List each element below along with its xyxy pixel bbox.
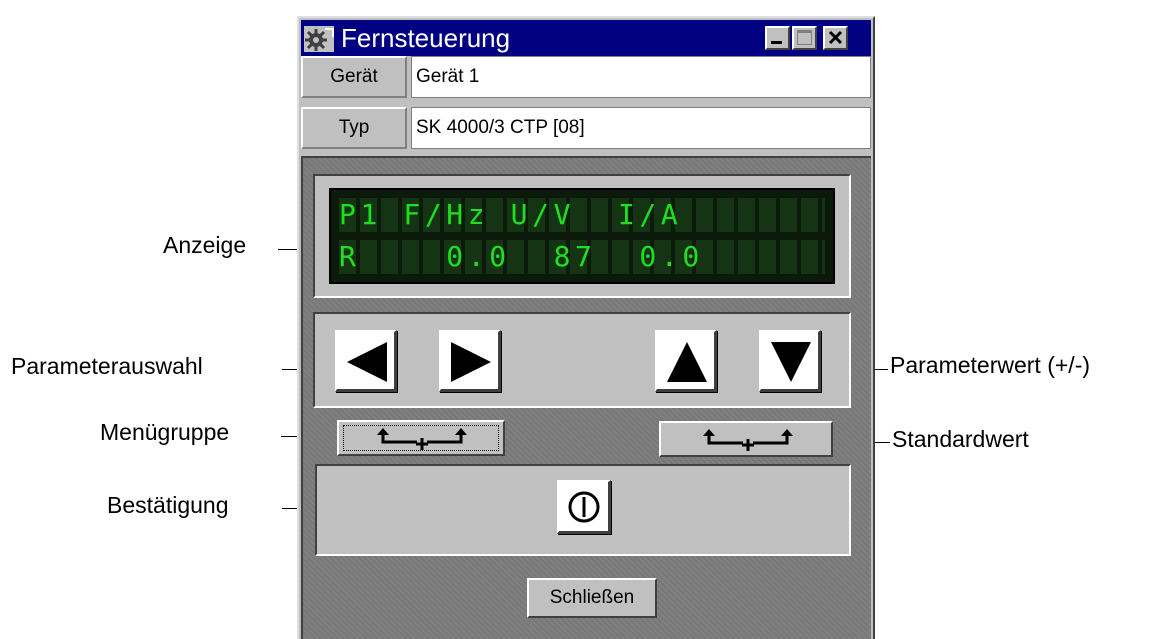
label-standardwert: Standardwert: [892, 426, 1029, 452]
parameter-previous-button[interactable]: [335, 330, 397, 392]
value-increase-button[interactable]: [655, 330, 717, 392]
confirm-button[interactable]: [557, 480, 611, 534]
close-button[interactable]: Schließen: [527, 578, 657, 618]
close-window-button[interactable]: [823, 26, 848, 50]
device-label: Gerät: [301, 56, 407, 98]
minimize-button[interactable]: [765, 26, 790, 50]
menu-group-button[interactable]: [337, 420, 505, 456]
info-row-device: Gerät Gerät 1: [301, 56, 871, 98]
left-triangle-icon: [347, 342, 387, 382]
lcd-line-1: P1 F/Hz U/V I/A: [339, 198, 825, 232]
title-bar[interactable]: Fernsteuerung: [301, 20, 871, 56]
lcd-display: P1 F/Hz U/V I/A R 0.0 87 0.0: [329, 188, 835, 284]
value-decrease-button[interactable]: [759, 330, 821, 392]
enter-plus-enter-icon: [703, 429, 793, 451]
right-triangle-icon: [451, 342, 491, 382]
maximize-icon: [797, 30, 812, 45]
up-triangle-icon: [667, 342, 707, 382]
window-title: Fernsteuerung: [341, 23, 511, 53]
type-label: Typ: [301, 107, 407, 149]
label-bestaetigung: Bestätigung: [107, 492, 229, 518]
type-value: SK 4000/3 CTP [08]: [411, 107, 871, 149]
label-parameterauswahl: Parameterauswahl: [11, 353, 203, 379]
maximize-button[interactable]: [792, 26, 817, 50]
control-panel: P1 F/Hz U/V I/A R 0.0 87 0.0 Schließen: [301, 156, 871, 639]
default-value-button[interactable]: [659, 421, 833, 457]
display-group: P1 F/Hz U/V I/A R 0.0 87 0.0: [313, 174, 851, 298]
power-icon: [568, 491, 600, 523]
remote-control-window: Fernsteuerung Gerät Gerät 1 Typ SK 4000/…: [297, 16, 875, 639]
device-value: Gerät 1: [411, 56, 871, 98]
lcd-line-2: R 0.0 87 0.0: [339, 240, 825, 274]
down-triangle-icon: [771, 342, 811, 382]
minimize-icon: [771, 41, 782, 44]
parameter-next-button[interactable]: [439, 330, 501, 392]
close-icon: [828, 30, 843, 45]
parameter-group: [313, 312, 851, 408]
label-parameterwert: Parameterwert (+/-): [890, 352, 1091, 378]
gear-app-icon: [304, 26, 334, 52]
label-menuegruppe: Menügruppe: [100, 419, 230, 445]
info-row-type: Typ SK 4000/3 CTP [08]: [301, 107, 871, 149]
enter-plus-enter-icon: [377, 428, 467, 450]
confirm-group: [315, 464, 851, 556]
label-anzeige: Anzeige: [163, 232, 247, 258]
